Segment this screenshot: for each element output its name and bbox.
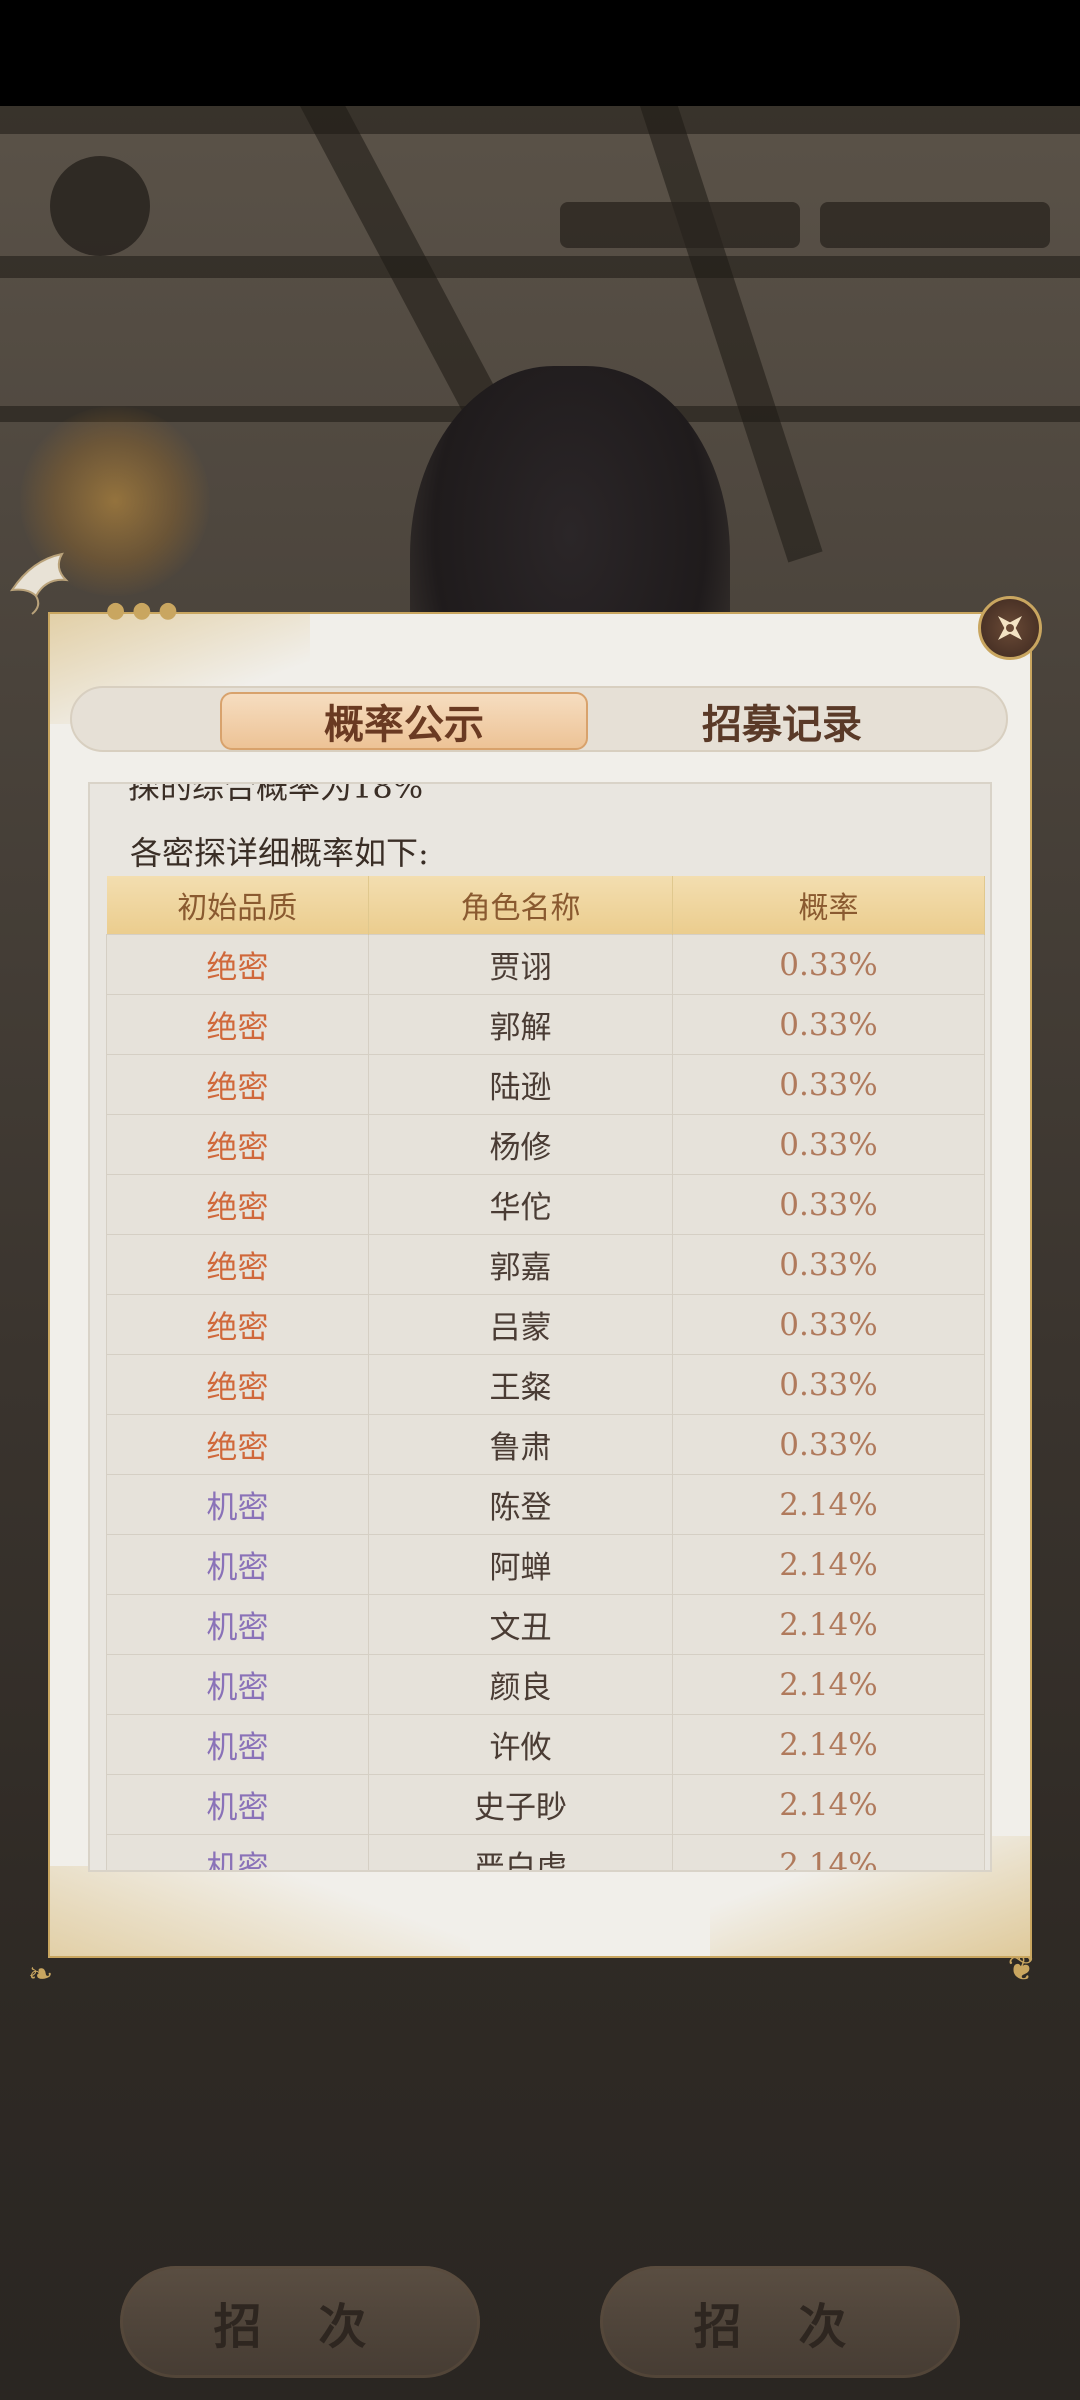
probability-cell: 2.14% [672, 1594, 985, 1655]
quality-cell: 机密 [106, 1474, 369, 1535]
background-recruit-ten-button: 招 次 [600, 2266, 960, 2378]
character-name-cell: 杨修 [368, 1114, 673, 1175]
quality-cell: 绝密 [106, 994, 369, 1055]
header-name: 角色名称 [368, 876, 673, 935]
character-name-cell: 阿蝉 [368, 1534, 673, 1595]
header-quality: 初始品质 [106, 876, 369, 935]
table-row: 绝密 吕蒙 0.33% [106, 1294, 985, 1355]
quality-cell: 机密 [106, 1594, 369, 1655]
table-row: 绝密 鲁肃 0.33% [106, 1414, 985, 1475]
table-body: 绝密 贾诩 0.33% 绝密 郭解 0.33% 绝密 陆逊 0.33% 绝密 杨修 0.33% 绝密 华佗… [106, 934, 985, 1870]
table-row: 机密 文丑 2.14% [106, 1594, 985, 1655]
character-name-cell: 颜良 [368, 1654, 673, 1715]
summary-text-cut: 探的综合概率为18% [128, 782, 424, 806]
character-name-cell: 华佗 [368, 1174, 673, 1235]
table-row: 机密 许攸 2.14% [106, 1714, 985, 1775]
background-recruit-once-button: 招 次 [120, 2266, 480, 2378]
character-name-cell: 陈登 [368, 1474, 673, 1535]
probability-cell: 2.14% [672, 1774, 985, 1835]
table-row: 绝密 郭解 0.33% [106, 994, 985, 1055]
table-row: 绝密 陆逊 0.33% [106, 1054, 985, 1115]
quality-cell: 机密 [106, 1834, 369, 1870]
corner-ornament-icon: ❦ [1007, 1949, 1037, 1989]
quality-cell: 绝密 [106, 1054, 369, 1115]
quality-cell: 机密 [106, 1534, 369, 1595]
table-row: 绝密 贾诩 0.33% [106, 934, 985, 995]
probability-cell: 0.33% [672, 1114, 985, 1175]
probability-content-panel[interactable]: 探的综合概率为18% 各密探详细概率如下: 初始品质 角色名称 概率 绝密 贾诩 0… [88, 782, 992, 1872]
probability-cell: 2.14% [672, 1834, 985, 1870]
detail-intro-text: 各密探详细概率如下: [130, 834, 429, 872]
probability-cell: 0.33% [672, 934, 985, 995]
tab-recruit-history[interactable]: 招募记录 [612, 692, 952, 750]
probability-cell: 0.33% [672, 1354, 985, 1415]
character-name-cell: 文丑 [368, 1594, 673, 1655]
probability-table: 初始品质 角色名称 概率 绝密 贾诩 0.33% 绝密 郭解 0.33% 绝密 陆逊 0.33%… [106, 876, 985, 1870]
character-name-cell: 郭嘉 [368, 1234, 673, 1295]
probability-cell: 2.14% [672, 1654, 985, 1715]
probability-cell: 0.33% [672, 1174, 985, 1235]
corner-ornament-icon: ❧ [28, 1957, 54, 1992]
table-row: 绝密 华佗 0.33% [106, 1174, 985, 1235]
bird-ornament-icon [9, 552, 69, 615]
close-button[interactable] [978, 596, 1042, 660]
quality-cell: 机密 [106, 1774, 369, 1835]
character-name-cell: 贾诩 [368, 934, 673, 995]
status-bar [0, 0, 1080, 106]
character-name-cell: 郭解 [368, 994, 673, 1055]
table-row: 绝密 杨修 0.33% [106, 1114, 985, 1175]
header-probability: 概率 [672, 876, 985, 935]
table-row: 机密 阿蝉 2.14% [106, 1534, 985, 1595]
character-name-cell: 鲁肃 [368, 1414, 673, 1475]
probability-cell: 0.33% [672, 1414, 985, 1475]
probability-cell: 0.33% [672, 994, 985, 1055]
quality-cell: 绝密 [106, 1234, 369, 1295]
character-name-cell: 王粲 [368, 1354, 673, 1415]
quality-cell: 机密 [106, 1714, 369, 1775]
quality-cell: 绝密 [106, 1114, 369, 1175]
probability-cell: 2.14% [672, 1714, 985, 1775]
character-name-cell: 严白虎 [368, 1834, 673, 1870]
table-row: 机密 史子眇 2.14% [106, 1774, 985, 1835]
table-row: 机密 严白虎 2.14% [106, 1834, 985, 1870]
character-name-cell: 许攸 [368, 1714, 673, 1775]
probability-cell: 0.33% [672, 1054, 985, 1115]
table-row: 机密 陈登 2.14% [106, 1474, 985, 1535]
tab-bar: 概率公示 招募记录 [70, 686, 1008, 752]
quality-cell: 绝密 [106, 1294, 369, 1355]
quality-cell: 机密 [106, 1654, 369, 1715]
table-row: 绝密 王粲 0.33% [106, 1354, 985, 1415]
probability-cell: 0.33% [672, 1234, 985, 1295]
table-row: 绝密 郭嘉 0.33% [106, 1234, 985, 1295]
dialog-wave-ornament [50, 1866, 470, 1956]
table-row: 机密 颜良 2.14% [106, 1654, 985, 1715]
quality-cell: 绝密 [106, 1354, 369, 1415]
probability-cell: 2.14% [672, 1474, 985, 1535]
close-icon [997, 615, 1023, 641]
table-header-row: 初始品质 角色名称 概率 [106, 876, 985, 935]
character-name-cell: 陆逊 [368, 1054, 673, 1115]
character-name-cell: 吕蒙 [368, 1294, 673, 1355]
quality-cell: 绝密 [106, 934, 369, 995]
character-name-cell: 史子眇 [368, 1774, 673, 1835]
quality-cell: 绝密 [106, 1414, 369, 1475]
probability-cell: 0.33% [672, 1294, 985, 1355]
quality-cell: 绝密 [106, 1174, 369, 1235]
probability-cell: 2.14% [672, 1534, 985, 1595]
corner-ornament-icon: ● ● ● [106, 598, 178, 623]
tab-probability[interactable]: 概率公示 [220, 692, 588, 750]
